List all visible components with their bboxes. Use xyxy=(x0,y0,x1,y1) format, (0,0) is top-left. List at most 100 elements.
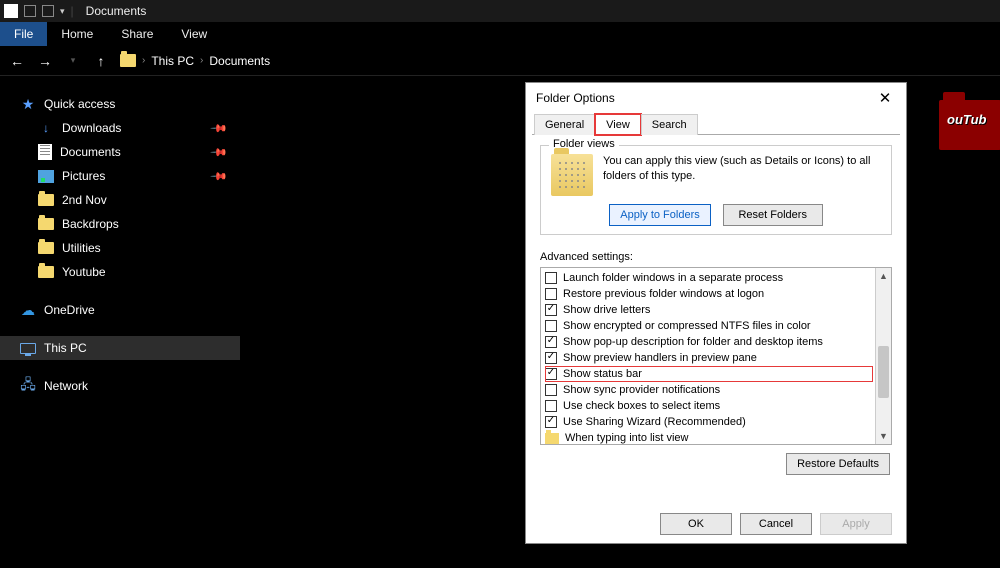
breadcrumb-current[interactable]: Documents xyxy=(209,54,270,68)
advanced-setting-label: Show pop-up description for folder and d… xyxy=(563,336,823,348)
advanced-setting-item[interactable]: Show drive letters xyxy=(545,302,873,318)
checkbox[interactable] xyxy=(545,384,557,396)
advanced-setting-item[interactable]: When typing into list view xyxy=(545,430,873,445)
checkbox[interactable] xyxy=(545,416,557,428)
qat-dropdown-icon[interactable]: ▾ xyxy=(60,6,65,17)
sidebar-item-2ndnov[interactable]: 2nd Nov xyxy=(0,188,240,212)
address-bar[interactable]: › This PC › Documents xyxy=(120,54,270,68)
nav-recent-icon[interactable]: ▾ xyxy=(64,55,82,66)
folder-views-group: Folder views You can apply this view (su… xyxy=(540,145,892,235)
scroll-up-icon[interactable]: ▲ xyxy=(876,268,891,284)
sidebar-this-pc[interactable]: This PC xyxy=(0,336,240,360)
divider: | xyxy=(71,4,74,18)
restore-defaults-button[interactable]: Restore Defaults xyxy=(786,453,890,475)
advanced-setting-item[interactable]: Use check boxes to select items xyxy=(545,398,873,414)
folder-views-text: You can apply this view (such as Details… xyxy=(603,154,881,196)
download-icon xyxy=(38,120,54,136)
checkbox[interactable] xyxy=(545,400,557,412)
checkbox[interactable] xyxy=(545,304,557,316)
nav-sidebar: ★ Quick access Downloads 📌 Documents 📌 P… xyxy=(0,76,240,568)
folder-icon xyxy=(38,194,54,206)
pictures-icon xyxy=(38,170,54,183)
nav-forward-icon[interactable]: → xyxy=(36,53,54,69)
checkbox[interactable] xyxy=(545,336,557,348)
sidebar-item-backdrops[interactable]: Backdrops xyxy=(0,212,240,236)
checkbox[interactable] xyxy=(545,368,557,380)
tab-general[interactable]: General xyxy=(534,114,595,135)
sidebar-onedrive[interactable]: ☁ OneDrive xyxy=(0,298,240,322)
advanced-setting-item[interactable]: Restore previous folder windows at logon xyxy=(545,286,873,302)
sidebar-label: Youtube xyxy=(62,265,106,279)
sidebar-quick-access[interactable]: ★ Quick access xyxy=(0,92,240,116)
advanced-setting-label: Launch folder windows in a separate proc… xyxy=(563,272,783,284)
checkbox[interactable] xyxy=(545,352,557,364)
pin-icon: 📌 xyxy=(210,167,229,186)
sidebar-item-downloads[interactable]: Downloads 📌 xyxy=(0,116,240,140)
advanced-setting-label: Show preview handlers in preview pane xyxy=(563,352,757,364)
advanced-setting-item[interactable]: Show status bar xyxy=(545,366,873,382)
cancel-button[interactable]: Cancel xyxy=(740,513,812,535)
dialog-tabs: General View Search xyxy=(526,113,906,134)
checkbox[interactable] xyxy=(545,320,557,332)
nav-up-icon[interactable]: ↑ xyxy=(92,53,110,69)
tab-search[interactable]: Search xyxy=(641,114,698,135)
advanced-setting-label: Show sync provider notifications xyxy=(563,384,720,396)
folder-views-icon xyxy=(551,154,593,196)
breadcrumb-root[interactable]: This PC xyxy=(151,54,194,68)
checkbox[interactable] xyxy=(545,272,557,284)
advanced-setting-item[interactable]: Use Sharing Wizard (Recommended) xyxy=(545,414,873,430)
reset-folders-button[interactable]: Reset Folders xyxy=(723,204,823,226)
close-icon[interactable]: ✕ xyxy=(874,89,896,107)
scroll-down-icon[interactable]: ▼ xyxy=(876,428,891,444)
folder-icon xyxy=(38,242,54,254)
advanced-setting-label: Restore previous folder windows at logon xyxy=(563,288,764,300)
cloud-icon: ☁ xyxy=(20,302,36,318)
nav-back-icon[interactable]: ← xyxy=(8,53,26,69)
advanced-setting-item[interactable]: Show encrypted or compressed NTFS files … xyxy=(545,318,873,334)
sidebar-label: 2nd Nov xyxy=(62,193,107,207)
sidebar-item-documents[interactable]: Documents 📌 xyxy=(0,140,240,164)
advanced-setting-label: Show encrypted or compressed NTFS files … xyxy=(563,320,811,332)
advanced-setting-item[interactable]: Launch folder windows in a separate proc… xyxy=(545,270,873,286)
star-icon: ★ xyxy=(20,96,36,112)
apply-button[interactable]: Apply xyxy=(820,513,892,535)
sidebar-label: Quick access xyxy=(44,97,115,111)
sidebar-label: Network xyxy=(44,379,88,393)
address-folder-icon xyxy=(120,54,136,67)
ok-button[interactable]: OK xyxy=(660,513,732,535)
sidebar-item-pictures[interactable]: Pictures 📌 xyxy=(0,164,240,188)
dialog-titlebar[interactable]: Folder Options ✕ xyxy=(526,83,906,113)
pin-icon: 📌 xyxy=(210,119,229,138)
scroll-thumb[interactable] xyxy=(878,346,889,398)
folder-icon: ouTub xyxy=(939,100,1000,150)
sidebar-item-youtube[interactable]: Youtube xyxy=(0,260,240,284)
sidebar-label: Downloads xyxy=(62,121,121,135)
sidebar-item-utilities[interactable]: Utilities xyxy=(0,236,240,260)
sidebar-network[interactable]: 🖧 Network xyxy=(0,374,240,398)
ribbon-tab-share[interactable]: Share xyxy=(107,22,167,46)
dialog-footer: OK Cancel Apply xyxy=(526,507,906,543)
folder-icon xyxy=(38,266,54,278)
ribbon-tab-view[interactable]: View xyxy=(167,22,221,46)
qat-newfolder-icon[interactable] xyxy=(42,5,54,17)
advanced-setting-item[interactable]: Show preview handlers in preview pane xyxy=(545,350,873,366)
advanced-setting-label: When typing into list view xyxy=(565,432,689,444)
advanced-setting-item[interactable]: Show pop-up description for folder and d… xyxy=(545,334,873,350)
qat-properties-icon[interactable] xyxy=(24,5,36,17)
sidebar-label: Pictures xyxy=(62,169,105,183)
sidebar-label: Documents xyxy=(60,145,121,159)
advanced-setting-label: Use check boxes to select items xyxy=(563,400,720,412)
folder-icon xyxy=(545,433,559,444)
checkbox[interactable] xyxy=(545,288,557,300)
folder-icon xyxy=(38,218,54,230)
scrollbar[interactable]: ▲ ▼ xyxy=(875,268,891,444)
chevron-right-icon[interactable]: › xyxy=(200,55,203,66)
ribbon-tab-home[interactable]: Home xyxy=(47,22,107,46)
advanced-setting-item[interactable]: Show sync provider notifications xyxy=(545,382,873,398)
folder-item-youtube[interactable]: ouTub xyxy=(930,100,1000,150)
ribbon-tab-file[interactable]: File xyxy=(0,22,47,46)
sidebar-label: OneDrive xyxy=(44,303,95,317)
chevron-right-icon[interactable]: › xyxy=(142,55,145,66)
tab-view[interactable]: View xyxy=(595,114,641,135)
apply-to-folders-button[interactable]: Apply to Folders xyxy=(609,204,710,226)
